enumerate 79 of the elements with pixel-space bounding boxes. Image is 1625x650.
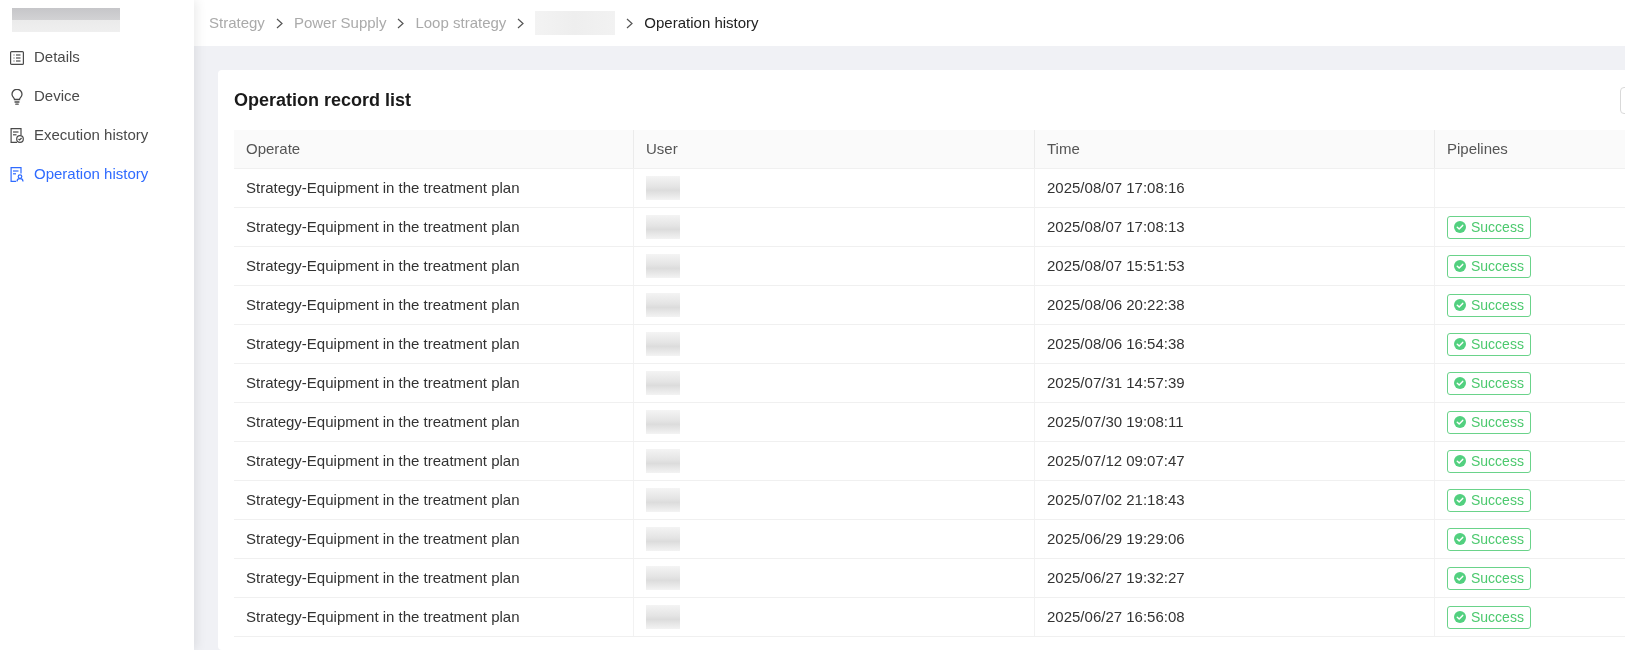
check-circle-icon — [1454, 416, 1466, 428]
check-circle-icon — [1454, 260, 1466, 272]
table-cell-text: 2025/07/12 09:07:47 — [1047, 450, 1185, 471]
breadcrumb-link[interactable]: Strategy — [209, 11, 265, 35]
check-circle-icon — [1454, 494, 1466, 506]
sidebar-item[interactable]: Details — [0, 38, 194, 77]
table-cell-text: Strategy-Equipment in the treatment plan — [246, 333, 520, 354]
blurred-user-placeholder — [646, 254, 680, 278]
check-circle-icon — [1454, 572, 1466, 584]
status-badge: Success — [1447, 488, 1531, 512]
table-cell-text: 2025/08/07 15:51:53 — [1047, 255, 1185, 276]
column-header: Time — [1035, 130, 1435, 168]
blurred-user-placeholder — [646, 449, 680, 473]
check-circle-icon — [1454, 299, 1466, 311]
table-cell-text: 2025/06/29 19:29:06 — [1047, 528, 1185, 549]
breadcrumb-current: Operation history — [644, 12, 759, 33]
check-circle-icon — [1454, 611, 1466, 623]
table-cell-text: 2025/07/31 14:57:39 — [1047, 372, 1185, 393]
table-cell-text: Strategy-Equipment in the treatment plan — [246, 216, 520, 237]
blurred-user-placeholder — [646, 293, 680, 317]
table-cell-text: Strategy-Equipment in the treatment plan — [246, 411, 520, 432]
check-circle-icon — [1454, 338, 1466, 350]
table-cell-text: 2025/08/06 16:54:38 — [1047, 333, 1185, 354]
breadcrumb-link[interactable]: Power Supply — [293, 11, 387, 35]
status-badge: Success — [1447, 566, 1531, 590]
table-cell-text: Strategy-Equipment in the treatment plan — [246, 372, 520, 393]
table-cell-text: Strategy-Equipment in the treatment plan — [246, 567, 520, 588]
table-cell-text: 2025/07/30 19:08:11 — [1047, 411, 1184, 432]
chevron-right-icon — [397, 17, 405, 29]
table-cell-text: 2025/08/07 17:08:13 — [1047, 216, 1185, 237]
status-badge: Success — [1447, 449, 1531, 473]
sidebar-item[interactable]: Device — [0, 77, 194, 116]
check-circle-icon — [1454, 455, 1466, 467]
card-title: Operation record list — [234, 89, 412, 112]
list-document-icon — [10, 50, 24, 65]
chevron-right-icon — [517, 17, 525, 29]
table-cell-text: 2025/06/27 19:32:27 — [1047, 567, 1185, 588]
table-cell-text: Strategy-Equipment in the treatment plan — [246, 489, 520, 510]
table-cell-text: Strategy-Equipment in the treatment plan — [246, 606, 520, 627]
table-cell-text: Strategy-Equipment in the treatment plan — [246, 255, 520, 276]
table-cell-text: Strategy-Equipment in the treatment plan — [246, 450, 520, 471]
check-circle-icon — [1454, 377, 1466, 389]
status-badge: Success — [1447, 215, 1531, 239]
table-cell-text: Strategy-Equipment in the treatment plan — [246, 294, 520, 315]
column-header: Operate — [234, 130, 634, 168]
blurred-user-placeholder — [646, 566, 680, 590]
breadcrumb-link[interactable]: Loop strategy — [415, 11, 507, 35]
column-header: Pipelines — [1446, 138, 1509, 159]
status-badge: Success — [1447, 605, 1531, 629]
blurred-user-placeholder — [646, 371, 680, 395]
blurred-user-placeholder — [646, 332, 680, 356]
blurred-user-placeholder — [646, 488, 680, 512]
sidebar-item[interactable]: Operation history — [0, 155, 194, 194]
blurred-user-placeholder — [646, 527, 680, 551]
check-circle-icon — [1454, 221, 1466, 233]
status-badge: Success — [1447, 293, 1531, 317]
status-badge: Success — [1447, 371, 1531, 395]
blurred-user-placeholder — [646, 605, 680, 629]
status-badge: Success — [1447, 332, 1531, 356]
blurred-user-placeholder — [646, 176, 680, 200]
blurred-user-placeholder — [646, 410, 680, 434]
table-cell-text: 2025/08/07 17:08:16 — [1047, 177, 1185, 198]
chevron-right-icon — [626, 17, 634, 29]
status-badge: Success — [1447, 254, 1531, 278]
table-cell-text: Strategy-Equipment in the treatment plan — [246, 177, 520, 198]
table-cell-text: 2025/07/02 21:18:43 — [1047, 489, 1185, 510]
document-person-icon — [10, 167, 24, 182]
table-cell-text: 2025/08/06 20:22:38 — [1047, 294, 1185, 315]
blurred-user-placeholder — [646, 215, 680, 239]
lightbulb-icon — [11, 88, 23, 105]
column-header: User — [634, 130, 1035, 168]
table-cell-text: Strategy-Equipment in the treatment plan — [246, 528, 520, 549]
table-cell-text: 2025/06/27 16:56:08 — [1047, 606, 1185, 627]
check-circle-icon — [1454, 533, 1466, 545]
document-check-icon — [10, 128, 24, 143]
sidebar-item[interactable]: Execution history — [0, 116, 194, 155]
chevron-right-icon — [275, 17, 283, 29]
status-badge: Success — [1447, 527, 1531, 551]
status-badge: Success — [1447, 410, 1531, 434]
